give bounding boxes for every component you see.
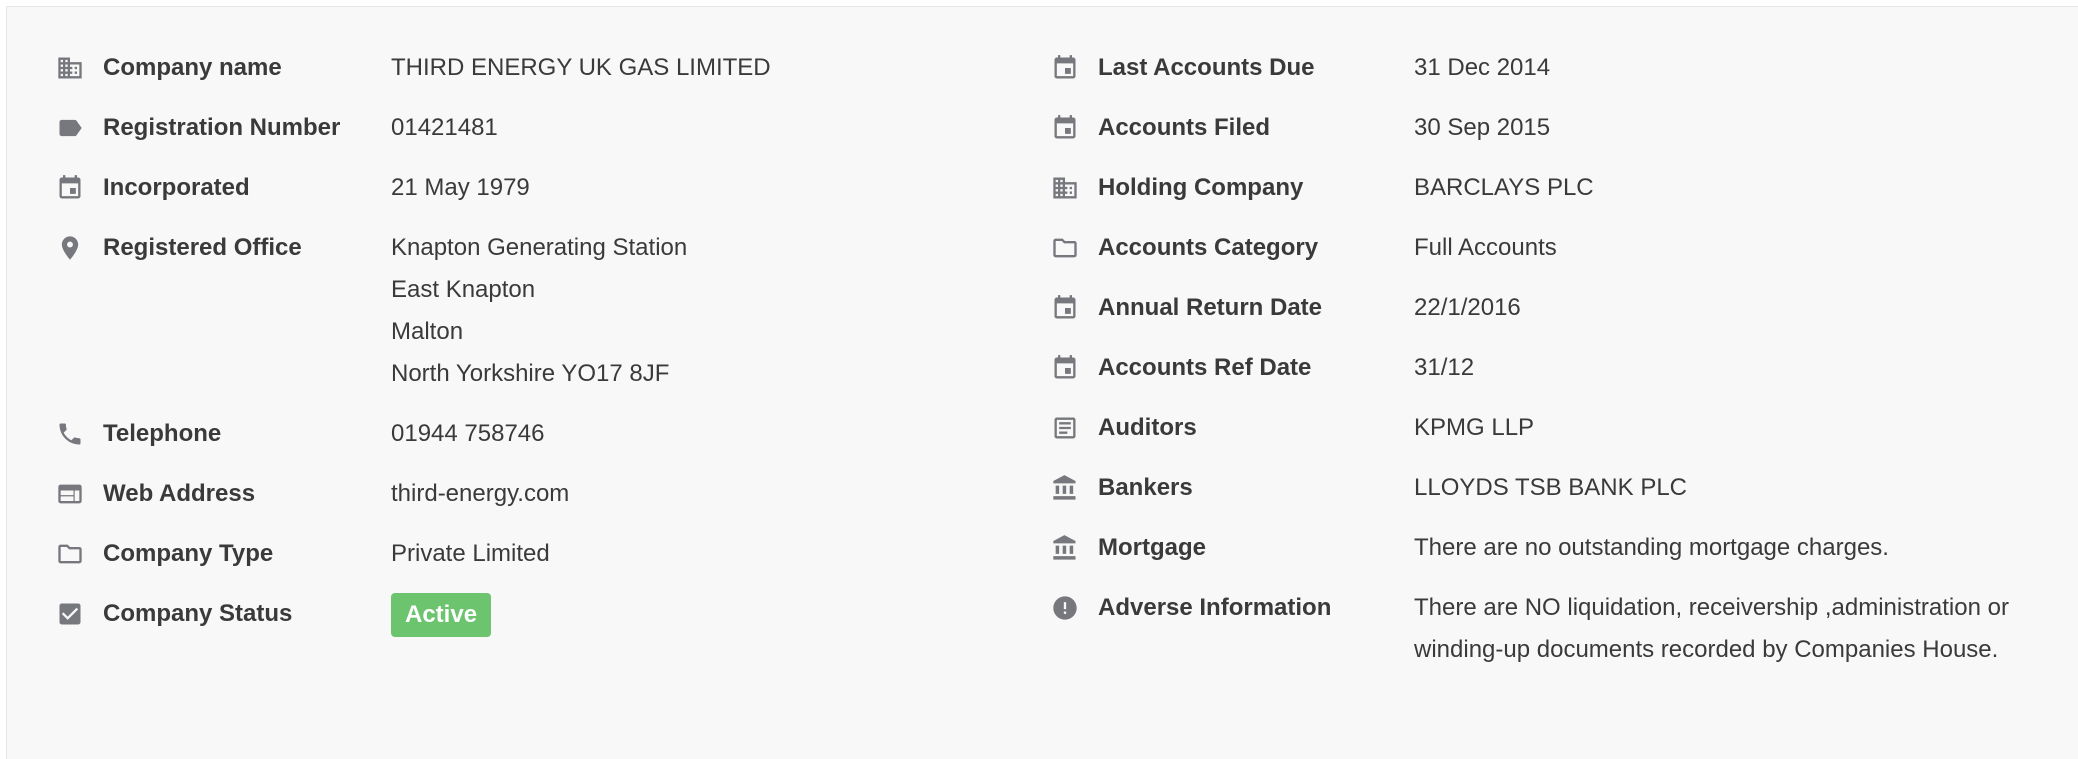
detail-value: 22/1/2016 — [1414, 294, 1521, 321]
detail-label: Registered Office — [103, 234, 302, 261]
detail-last-accounts-due: Last Accounts Due 31 Dec 2014 — [1050, 47, 2044, 89]
checkbox-icon — [55, 599, 85, 629]
detail-incorporated: Incorporated 21 May 1979 — [55, 167, 1011, 209]
detail-company-status: Company Status Active — [55, 593, 1011, 637]
detail-label: Accounts Ref Date — [1098, 354, 1312, 381]
detail-label: Incorporated — [103, 174, 250, 201]
calendar-icon — [1050, 113, 1080, 143]
detail-company-type: Company Type Private Limited — [55, 533, 1011, 575]
folder-icon — [1050, 233, 1080, 263]
detail-label: Bankers — [1098, 474, 1193, 501]
detail-registered-office: Registered Office Knapton Generating Sta… — [55, 227, 1011, 395]
details-left-column: Company name THIRD ENERGY UK GAS LIMITED… — [55, 47, 1011, 655]
detail-annual-return-date: Annual Return Date 22/1/2016 — [1050, 287, 2044, 329]
detail-accounts-filed: Accounts Filed 30 Sep 2015 — [1050, 107, 2044, 149]
calendar-icon — [1050, 293, 1080, 323]
address-line: Knapton Generating Station — [391, 234, 688, 261]
detail-value: 01944 758746 — [391, 420, 545, 447]
address-line: Malton — [391, 318, 464, 345]
detail-value: LLOYDS TSB BANK PLC — [1414, 474, 1687, 501]
bank-icon — [1050, 533, 1080, 563]
document-icon — [1050, 413, 1080, 443]
detail-value: Full Accounts — [1414, 234, 1557, 261]
detail-label: Company Status — [103, 600, 293, 627]
detail-accounts-category: Accounts Category Full Accounts — [1050, 227, 2044, 269]
detail-adverse-information: Adverse Information There are NO liquida… — [1050, 587, 2044, 671]
building-icon — [55, 53, 85, 83]
detail-label: Web Address — [103, 480, 256, 507]
detail-holding-company: Holding Company BARCLAYS PLC — [1050, 167, 2044, 209]
detail-web-address: Web Address third-energy.com — [55, 473, 1011, 515]
detail-mortgage: Mortgage There are no outstanding mortga… — [1050, 527, 2044, 569]
calendar-icon — [1050, 53, 1080, 83]
detail-value-address: Knapton Generating Station East Knapton … — [391, 227, 1011, 395]
address-line: North Yorkshire YO17 8JF — [391, 360, 670, 387]
detail-label: Accounts Category — [1098, 234, 1319, 261]
phone-icon — [55, 419, 85, 449]
alert-icon — [1050, 593, 1080, 623]
detail-value: There are NO liquidation, receivership ,… — [1414, 594, 2009, 663]
detail-value: Private Limited — [391, 540, 550, 567]
detail-value: 31 Dec 2014 — [1414, 54, 1551, 81]
detail-value: 31/12 — [1414, 354, 1475, 381]
detail-label: Adverse Information — [1098, 594, 1332, 621]
detail-auditors: Auditors KPMG LLP — [1050, 407, 2044, 449]
detail-label: Registration Number — [103, 114, 341, 141]
detail-value: 01421481 — [391, 114, 498, 141]
detail-label: Auditors — [1098, 414, 1197, 441]
status-badge: Active — [391, 593, 492, 637]
detail-telephone: Telephone 01944 758746 — [55, 413, 1011, 455]
detail-value: 30 Sep 2015 — [1414, 114, 1551, 141]
detail-label: Telephone — [103, 420, 222, 447]
detail-value: KPMG LLP — [1414, 414, 1535, 441]
detail-value: There are no outstanding mortgage charge… — [1414, 534, 1889, 561]
company-details-panel: Company name THIRD ENERGY UK GAS LIMITED… — [6, 6, 2078, 759]
detail-accounts-ref-date: Accounts Ref Date 31/12 — [1050, 347, 2044, 389]
detail-bankers: Bankers LLOYDS TSB BANK PLC — [1050, 467, 2044, 509]
detail-company-name: Company name THIRD ENERGY UK GAS LIMITED — [55, 47, 1011, 89]
web-icon — [55, 479, 85, 509]
detail-value: BARCLAYS PLC — [1414, 174, 1594, 201]
detail-label: Company name — [103, 54, 282, 81]
web-address-link[interactable]: third-energy.com — [391, 473, 1011, 515]
detail-label: Holding Company — [1098, 174, 1304, 201]
folder-icon — [55, 539, 85, 569]
map-pin-icon — [55, 233, 85, 263]
details-right-column: Last Accounts Due 31 Dec 2014 Accounts F… — [1050, 47, 2044, 689]
detail-label: Accounts Filed — [1098, 114, 1271, 141]
detail-value: Active — [391, 593, 1011, 637]
detail-value: 21 May 1979 — [391, 174, 530, 201]
detail-label: Company Type — [103, 540, 274, 567]
bank-icon — [1050, 473, 1080, 503]
detail-label: Last Accounts Due — [1098, 54, 1315, 81]
detail-label: Mortgage — [1098, 534, 1206, 561]
detail-label: Annual Return Date — [1098, 294, 1323, 321]
building-icon — [1050, 173, 1080, 203]
detail-value: THIRD ENERGY UK GAS LIMITED — [391, 54, 771, 81]
detail-registration-number: Registration Number 01421481 — [55, 107, 1011, 149]
calendar-icon — [55, 173, 85, 203]
address-line: East Knapton — [391, 276, 536, 303]
tag-icon — [55, 113, 85, 143]
calendar-icon — [1050, 353, 1080, 383]
